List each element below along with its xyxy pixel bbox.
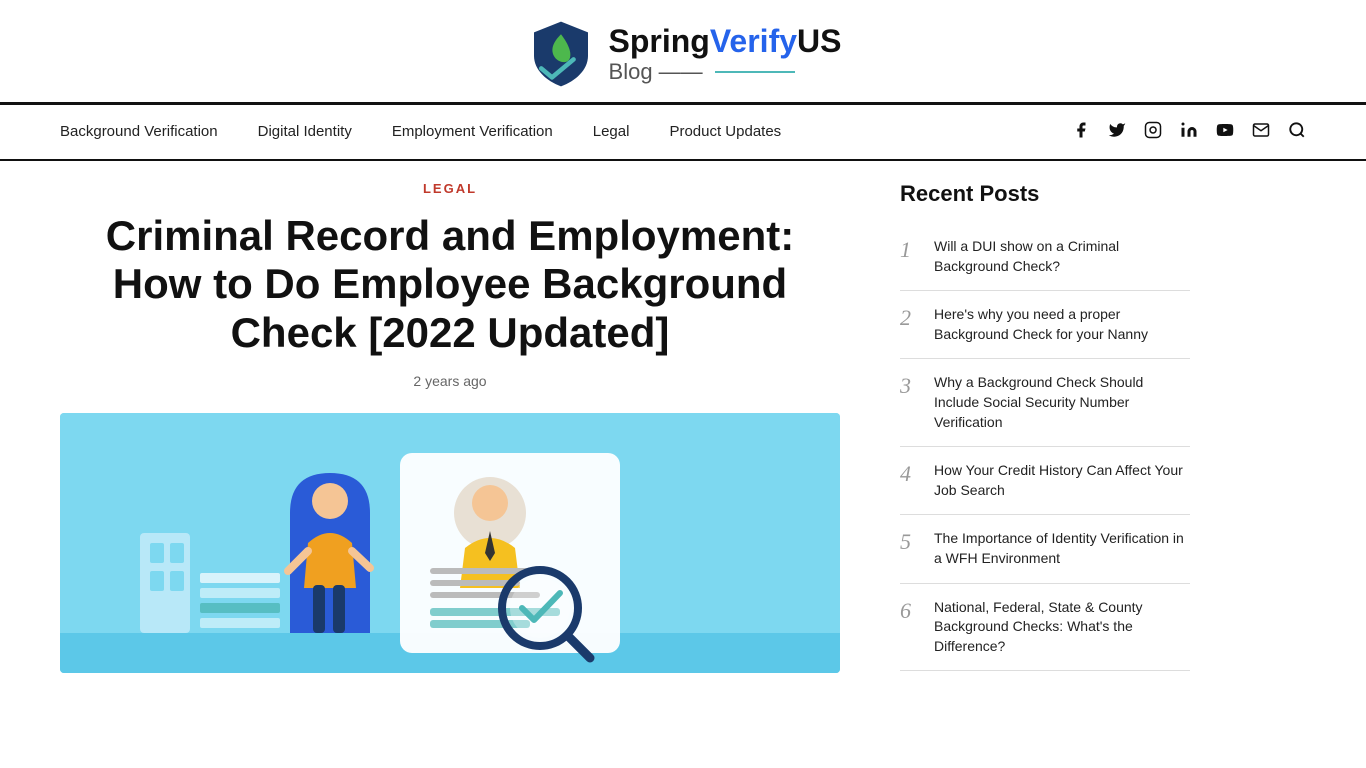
post-number-1: 1 <box>900 237 920 263</box>
post-link-2[interactable]: Here's why you need a proper Background … <box>934 305 1190 344</box>
facebook-icon[interactable] <box>1072 121 1090 144</box>
post-link-6[interactable]: National, Federal, State & County Backgr… <box>934 598 1190 657</box>
article-meta: 2 years ago <box>60 373 840 389</box>
logo[interactable]: SpringVerifyUS Blog —— <box>525 18 842 90</box>
nav-product-updates[interactable]: Product Updates <box>669 123 781 140</box>
nav-legal[interactable]: Legal <box>593 123 630 140</box>
post-link-1[interactable]: Will a DUI show on a Criminal Background… <box>934 237 1190 276</box>
post-link-5[interactable]: The Importance of Identity Verification … <box>934 529 1190 568</box>
instagram-icon[interactable] <box>1144 121 1162 144</box>
recent-post-4: 4 How Your Credit History Can Affect You… <box>900 447 1190 515</box>
post-number-6: 6 <box>900 598 920 624</box>
logo-text: SpringVerifyUS Blog —— <box>609 24 842 83</box>
post-number-5: 5 <box>900 529 920 555</box>
sidebar: Recent Posts 1 Will a DUI show on a Crim… <box>900 181 1190 673</box>
recent-post-6: 6 National, Federal, State & County Back… <box>900 584 1190 672</box>
youtube-icon[interactable] <box>1216 121 1234 144</box>
recent-post-3: 3 Why a Background Check Should Include … <box>900 359 1190 447</box>
post-number-4: 4 <box>900 461 920 487</box>
nav-employment-verification[interactable]: Employment Verification <box>392 123 553 140</box>
post-link-3[interactable]: Why a Background Check Should Include So… <box>934 373 1190 432</box>
email-icon[interactable] <box>1252 121 1270 144</box>
social-icons <box>1072 121 1306 144</box>
article-category: LEGAL <box>60 181 840 196</box>
article-hero-image <box>60 413 840 673</box>
logo-icon <box>525 18 597 90</box>
nav-background-verification[interactable]: Background Verification <box>60 123 218 140</box>
main-layout: LEGAL Criminal Record and Employment: Ho… <box>0 181 1366 673</box>
twitter-icon[interactable] <box>1108 121 1126 144</box>
site-header: SpringVerifyUS Blog —— <box>0 0 1366 105</box>
recent-post-2: 2 Here's why you need a proper Backgroun… <box>900 291 1190 359</box>
nav-links: Background Verification Digital Identity… <box>60 123 781 141</box>
post-number-2: 2 <box>900 305 920 331</box>
article-area: LEGAL Criminal Record and Employment: Ho… <box>60 181 840 673</box>
linkedin-icon[interactable] <box>1180 121 1198 144</box>
post-number-3: 3 <box>900 373 920 399</box>
nav-digital-identity[interactable]: Digital Identity <box>258 123 352 140</box>
sidebar-title: Recent Posts <box>900 181 1190 207</box>
search-icon[interactable] <box>1288 121 1306 144</box>
navigation: Background Verification Digital Identity… <box>0 105 1366 161</box>
article-title: Criminal Record and Employment: How to D… <box>60 212 840 357</box>
recent-post-1: 1 Will a DUI show on a Criminal Backgrou… <box>900 223 1190 291</box>
post-link-4[interactable]: How Your Credit History Can Affect Your … <box>934 461 1190 500</box>
recent-post-5: 5 The Importance of Identity Verificatio… <box>900 515 1190 583</box>
